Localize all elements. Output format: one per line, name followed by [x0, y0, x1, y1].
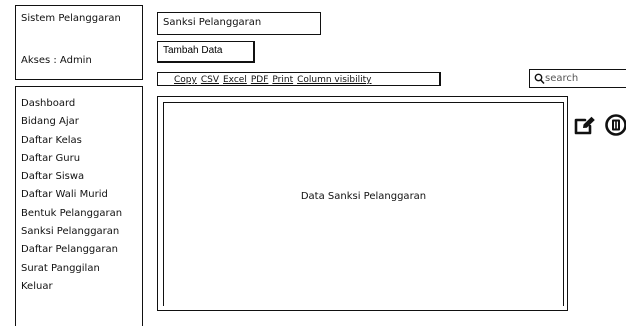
export-toolbar: Copy CSV Excel PDF Print Column visibility	[157, 72, 441, 86]
sidebar-item-dashboard[interactable]: Dashboard	[21, 95, 122, 113]
csv-button[interactable]: CSV	[201, 75, 219, 85]
edit-icon[interactable]	[573, 115, 597, 135]
print-button[interactable]: Print	[272, 75, 293, 85]
add-data-button[interactable]: Tambah Data	[157, 41, 255, 63]
column-visibility-button[interactable]: Column visibility	[297, 75, 371, 85]
sidebar-item-keluar[interactable]: Keluar	[21, 278, 122, 296]
copy-button[interactable]: Copy	[174, 75, 197, 85]
content-placeholder-text: Data Sanksi Pelanggaran	[300, 191, 427, 202]
sidebar-item-bidang-ajar[interactable]: Bidang Ajar	[21, 113, 122, 131]
search-icon	[534, 73, 545, 85]
sidebar-item-bentuk-pelanggaran[interactable]: Bentuk Pelanggaran	[21, 205, 122, 223]
sidebar-item-daftar-wali-murid[interactable]: Daftar Wali Murid	[21, 186, 122, 204]
sidebar-item-daftar-pelanggaran[interactable]: Daftar Pelanggaran	[21, 241, 122, 259]
data-table-placeholder: Data Sanksi Pelanggaran	[163, 102, 564, 306]
add-data-button-label: Tambah Data	[163, 45, 223, 56]
sidebar-menu-list: Dashboard Bidang Ajar Daftar Kelas Dafta…	[21, 95, 122, 296]
pdf-button[interactable]: PDF	[251, 75, 269, 85]
sidebar-item-sanksi-pelanggaran[interactable]: Sanksi Pelanggaran	[21, 223, 122, 241]
access-label: Akses : Admin	[21, 55, 92, 66]
page-title-box: Sanksi Pelanggaran	[157, 12, 321, 35]
excel-button[interactable]: Excel	[223, 75, 247, 85]
delete-icon[interactable]	[604, 113, 626, 137]
sidebar-item-daftar-siswa[interactable]: Daftar Siswa	[21, 168, 122, 186]
sidebar-item-daftar-kelas[interactable]: Daftar Kelas	[21, 132, 122, 150]
sidebar-header: Sistem Pelanggaran Akses : Admin	[15, 5, 143, 80]
search-input[interactable]	[545, 71, 626, 86]
content-area: Data Sanksi Pelanggaran	[157, 96, 568, 311]
page-title: Sanksi Pelanggaran	[163, 17, 262, 28]
app-title: Sistem Pelanggaran	[21, 13, 121, 24]
sidebar-item-daftar-guru[interactable]: Daftar Guru	[21, 150, 122, 168]
sidebar-item-surat-panggilan[interactable]: Surat Panggilan	[21, 260, 122, 278]
sidebar-menu: Dashboard Bidang Ajar Daftar Kelas Dafta…	[15, 86, 143, 326]
search-box[interactable]	[529, 69, 626, 88]
